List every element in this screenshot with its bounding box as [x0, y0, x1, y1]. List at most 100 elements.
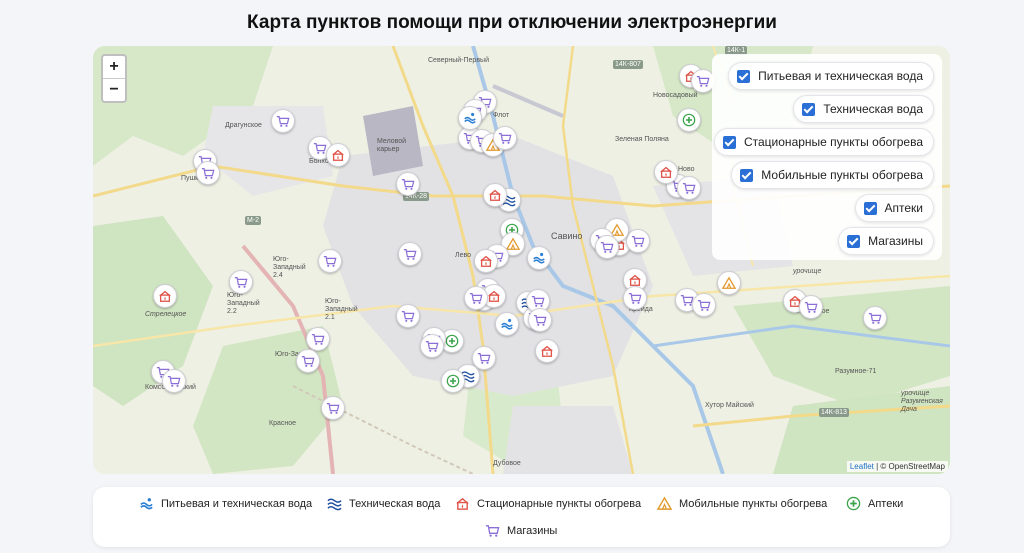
stationary-icon [489, 189, 501, 201]
checkbox-checked-icon[interactable] [863, 201, 877, 215]
stationary-heating-marker[interactable] [654, 160, 678, 184]
zoom-out-button[interactable]: − [103, 78, 125, 101]
road-shield: 14К-813 [819, 408, 849, 417]
layer-toggle-shops[interactable]: Магазины [838, 227, 934, 255]
shop-marker[interactable] [595, 235, 619, 259]
shop-icon [485, 525, 500, 537]
stationary-icon [332, 149, 344, 161]
shop-icon [276, 116, 290, 127]
shop-icon [403, 249, 417, 260]
layer-label: Мобильные пункты обогрева [761, 168, 923, 182]
shop-icon [425, 341, 439, 352]
checkbox-checked-icon[interactable] [740, 168, 754, 182]
shop-icon [477, 353, 491, 364]
shop-marker[interactable] [398, 242, 422, 266]
shop-marker[interactable] [321, 396, 345, 420]
legend-item: Техническая вода [327, 496, 440, 511]
shop-marker[interactable] [692, 293, 716, 317]
shop-marker[interactable] [863, 306, 887, 330]
stationary-icon [541, 345, 553, 357]
shop-icon [533, 315, 547, 326]
map[interactable]: Северный-Первый Драгунское Болховец Пушк… [93, 46, 950, 474]
road-shield: М-2 [245, 216, 262, 225]
mobile-icon [722, 276, 736, 289]
technical-water-icon [327, 498, 342, 511]
layer-toggle-stationary-heating[interactable]: Стационарные пункты обогрева [713, 128, 934, 156]
map-attribution: Leaflet | © OpenStreetMap [846, 461, 948, 472]
shop-icon [600, 242, 614, 253]
legend-label: Аптеки [868, 497, 904, 510]
page-title: Карта пунктов помощи при отключении элек… [247, 12, 777, 33]
legend-label: Мобильные пункты обогрева [679, 497, 828, 510]
shop-icon [696, 76, 710, 87]
mobile-heating-marker[interactable] [717, 271, 741, 295]
shop-marker[interactable] [271, 109, 295, 133]
shop-marker[interactable] [677, 176, 701, 200]
stationary-heating-marker[interactable] [483, 183, 507, 207]
shop-icon [868, 313, 882, 324]
pharmacy-icon [446, 374, 460, 388]
shop-icon [531, 296, 545, 307]
shop-icon [326, 403, 340, 414]
shop-marker[interactable] [799, 295, 823, 319]
shop-marker[interactable] [396, 172, 420, 196]
stationary-heating-icon [456, 497, 469, 510]
layer-toggle-mobile-heating[interactable]: Мобильные пункты обогрева [731, 161, 934, 189]
drinking-water-marker[interactable] [458, 106, 482, 130]
legend-label: Стационарные пункты обогрева [477, 497, 642, 510]
layer-label: Магазины [868, 234, 923, 248]
stationary-icon [629, 274, 641, 286]
stationary-heating-marker[interactable] [535, 339, 559, 363]
shop-marker[interactable] [396, 304, 420, 328]
drinking-water-marker[interactable] [495, 312, 519, 336]
legend-label: Магазины [507, 524, 558, 537]
layer-filter-panel: Питьевая и техническая вода Техническая … [712, 54, 942, 260]
shop-marker[interactable] [493, 126, 517, 150]
shop-marker[interactable] [626, 229, 650, 253]
shop-icon [804, 302, 818, 313]
layer-toggle-technical-water[interactable]: Техническая вода [793, 95, 934, 123]
shop-marker[interactable] [420, 334, 444, 358]
shop-icon [697, 300, 711, 311]
checkbox-checked-icon[interactable] [847, 234, 861, 248]
shop-icon [631, 236, 645, 247]
layer-toggle-drinking-water[interactable]: Питьевая и техническая вода [728, 62, 934, 90]
layer-label: Стационарные пункты обогрева [743, 135, 923, 149]
shop-marker[interactable] [528, 308, 552, 332]
shop-icon [201, 168, 215, 179]
checkbox-checked-icon[interactable] [737, 69, 751, 83]
shop-marker[interactable] [464, 286, 488, 310]
stationary-icon [480, 255, 492, 267]
zoom-in-button[interactable]: + [103, 56, 125, 78]
drinking-icon [533, 252, 545, 264]
checkbox-checked-icon[interactable] [722, 135, 736, 149]
pharmacy-marker[interactable] [677, 108, 701, 132]
osm-credit: | © OpenStreetMap [873, 462, 945, 471]
stationary-icon [660, 166, 672, 178]
pharmacy-marker[interactable] [441, 369, 465, 393]
mobile-heating-icon [657, 496, 672, 510]
leaflet-link[interactable]: Leaflet [850, 462, 874, 471]
drinking-water-marker[interactable] [527, 246, 551, 270]
stationary-heating-marker[interactable] [153, 284, 177, 308]
shop-marker[interactable] [306, 327, 330, 351]
shop-icon [311, 334, 325, 345]
stationary-icon [488, 290, 500, 302]
shop-marker[interactable] [318, 249, 342, 273]
legend-item: Стационарные пункты обогрева [455, 496, 641, 511]
drinking-icon [464, 112, 476, 124]
layer-toggle-pharmacies[interactable]: Аптеки [854, 194, 934, 222]
zoom-control: + − [101, 54, 127, 103]
shop-marker[interactable] [623, 286, 647, 310]
shop-icon [301, 356, 315, 367]
shop-marker[interactable] [162, 369, 186, 393]
shop-icon [498, 133, 512, 144]
stationary-heating-marker[interactable] [326, 143, 350, 167]
road-shield: 14К-807 [613, 60, 643, 69]
shop-marker[interactable] [296, 349, 320, 373]
stationary-heating-marker[interactable] [474, 249, 498, 273]
shop-marker[interactable] [229, 270, 253, 294]
checkbox-checked-icon[interactable] [802, 102, 816, 116]
shop-marker[interactable] [196, 161, 220, 185]
shop-icon [234, 277, 248, 288]
